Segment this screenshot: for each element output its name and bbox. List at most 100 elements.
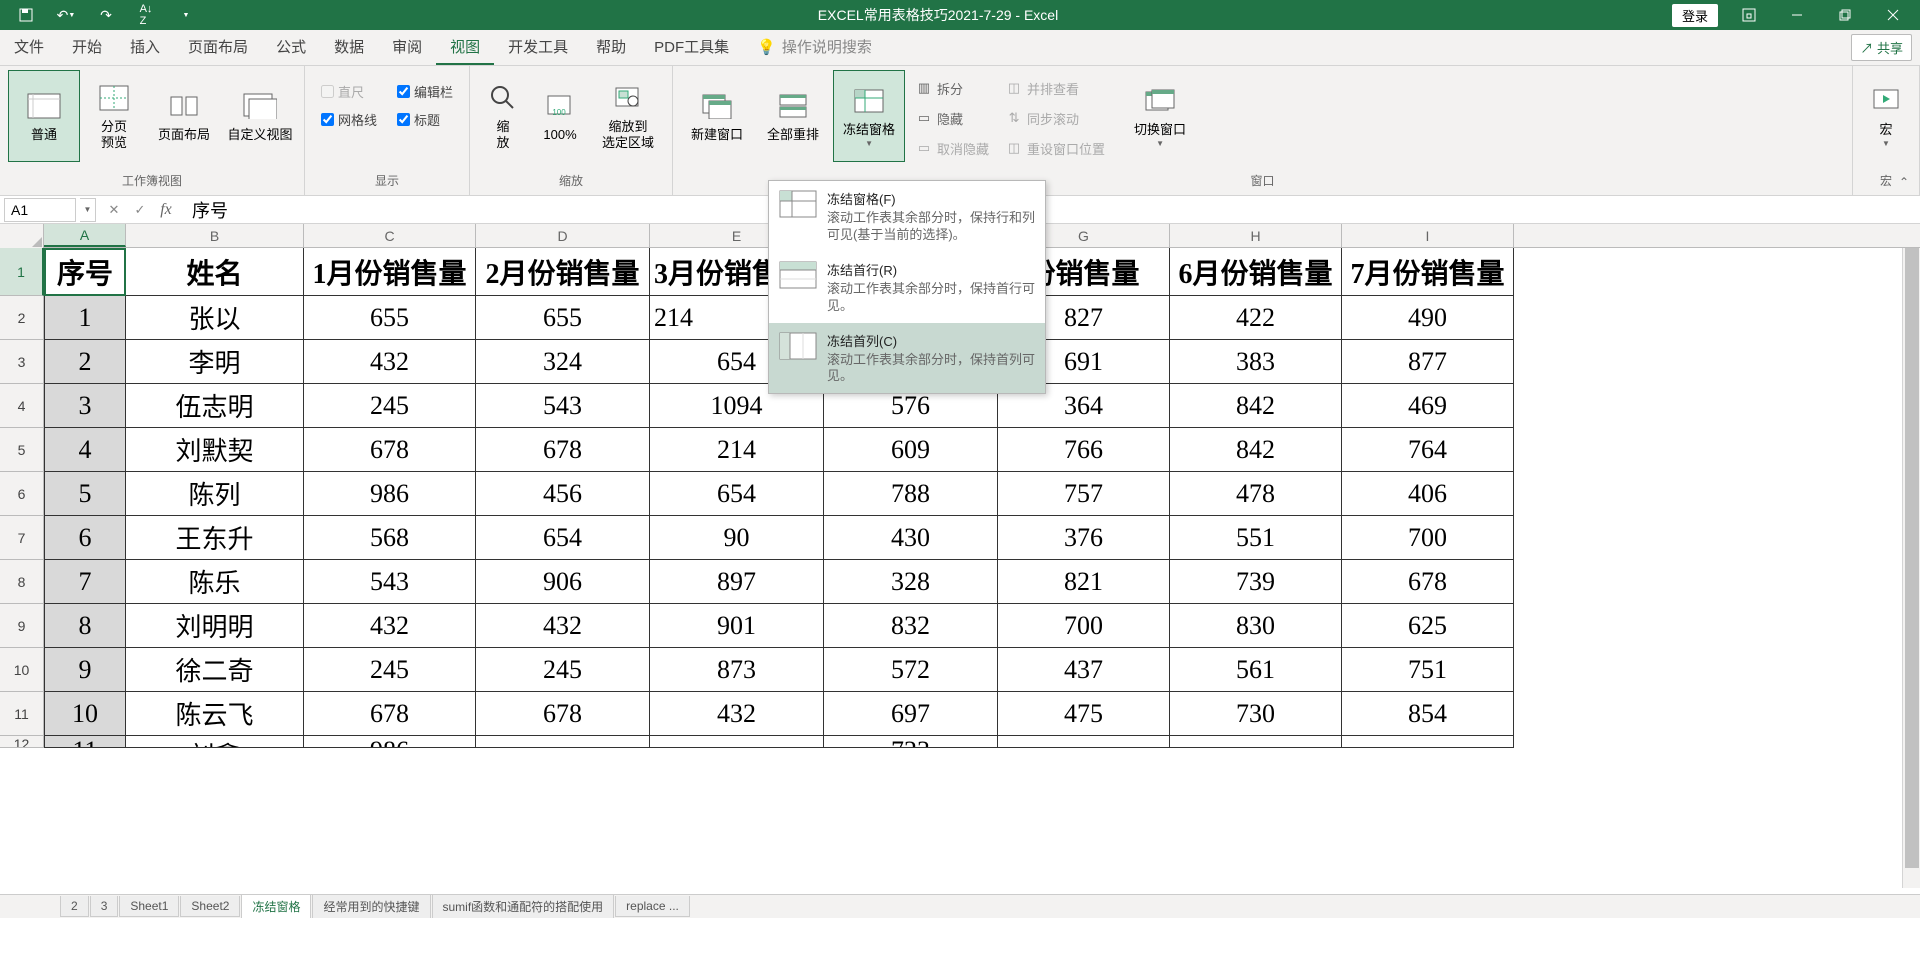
cell[interactable]: 543 (304, 560, 476, 604)
cell[interactable]: 700 (1342, 516, 1514, 560)
cell[interactable]: 李明 (126, 340, 304, 384)
cell[interactable]: 877 (1342, 340, 1514, 384)
cell[interactable]: 437 (998, 648, 1170, 692)
cell[interactable]: 2月份销售量 (476, 248, 650, 296)
cell[interactable]: 4 (44, 428, 126, 472)
save-icon[interactable] (8, 1, 44, 29)
col-header-h[interactable]: H (1170, 224, 1342, 247)
cell[interactable]: 490 (1342, 296, 1514, 340)
cell[interactable]: 568 (304, 516, 476, 560)
zoom-100-button[interactable]: 100100% (532, 70, 588, 162)
cell[interactable]: 406 (1342, 472, 1514, 516)
cell[interactable]: 730 (1170, 692, 1342, 736)
cell[interactable]: 986 (304, 736, 476, 748)
cell[interactable]: 422 (1170, 296, 1342, 340)
cell[interactable]: 678 (1342, 560, 1514, 604)
cell[interactable]: 6 (44, 516, 126, 560)
cell[interactable]: 245 (476, 648, 650, 692)
row-header[interactable]: 11 (0, 692, 44, 736)
sheet-tab[interactable]: 3 (90, 896, 119, 917)
cell[interactable]: 751 (1342, 648, 1514, 692)
cell[interactable]: 383 (1170, 340, 1342, 384)
cell[interactable]: 561 (1170, 648, 1342, 692)
cell[interactable]: 456 (476, 472, 650, 516)
undo-icon[interactable]: ↶▼ (48, 1, 84, 29)
cell[interactable]: 842 (1170, 384, 1342, 428)
cell[interactable]: 刘鑫 (126, 736, 304, 748)
freeze-panes-item[interactable]: 冻结窗格(F)滚动工作表其余部分时，保持行和列可见(基于当前的选择)。 (769, 181, 1045, 252)
row-header[interactable]: 5 (0, 428, 44, 472)
cell[interactable]: 854 (1342, 692, 1514, 736)
col-header-a[interactable]: A (44, 224, 126, 247)
formula-bar-checkbox[interactable]: 编辑栏 (393, 80, 457, 102)
cell[interactable]: 328 (824, 560, 998, 604)
custom-view-button[interactable]: 自定义视图 (224, 70, 296, 162)
cell[interactable]: 11 (44, 736, 126, 748)
cell[interactable]: 986 (304, 472, 476, 516)
tab-insert[interactable]: 插入 (116, 30, 174, 65)
cell[interactable] (1342, 736, 1514, 748)
select-all-corner[interactable] (0, 224, 44, 248)
cell[interactable]: 678 (476, 692, 650, 736)
cell[interactable]: 5 (44, 472, 126, 516)
normal-view-button[interactable]: 普通 (8, 70, 80, 162)
tab-review[interactable]: 审阅 (378, 30, 436, 65)
cell[interactable]: 543 (476, 384, 650, 428)
cell[interactable]: 王东升 (126, 516, 304, 560)
cell[interactable]: 432 (304, 604, 476, 648)
cell[interactable]: 432 (650, 692, 824, 736)
cell[interactable]: 842 (1170, 428, 1342, 472)
cell[interactable]: 655 (304, 296, 476, 340)
cell[interactable]: 陈乐 (126, 560, 304, 604)
scrollbar-thumb[interactable] (1905, 248, 1919, 868)
col-header-b[interactable]: B (126, 224, 304, 247)
cell[interactable]: 764 (1342, 428, 1514, 472)
cell[interactable]: 430 (824, 516, 998, 560)
cell[interactable]: 刘默契 (126, 428, 304, 472)
cell[interactable]: 475 (998, 692, 1170, 736)
cell[interactable]: 678 (304, 428, 476, 472)
cell[interactable]: 655 (476, 296, 650, 340)
ribbon-display-icon[interactable] (1726, 0, 1772, 30)
cell[interactable]: 刘明明 (126, 604, 304, 648)
switch-windows-button[interactable]: 切换窗口▼ (1124, 70, 1196, 162)
freeze-panes-button[interactable]: 冻结窗格▼ (833, 70, 905, 162)
cell[interactable]: 766 (998, 428, 1170, 472)
cell[interactable]: 214 (650, 428, 824, 472)
redo-icon[interactable]: ↷ (88, 1, 124, 29)
row-header[interactable]: 12 (0, 736, 44, 748)
row-header[interactable]: 7 (0, 516, 44, 560)
sheet-tab[interactable]: 冻结窗格 (241, 895, 311, 919)
split-button[interactable]: ▥拆分 (911, 76, 993, 100)
arrange-all-button[interactable]: 全部重排 (757, 70, 829, 162)
cell[interactable]: 906 (476, 560, 650, 604)
cell[interactable]: 7 (44, 560, 126, 604)
row-header-1[interactable]: 1 (0, 248, 44, 296)
close-icon[interactable] (1870, 0, 1916, 30)
row-header[interactable]: 9 (0, 604, 44, 648)
cell[interactable]: 478 (1170, 472, 1342, 516)
row-header[interactable]: 3 (0, 340, 44, 384)
zoom-button[interactable]: 缩 放 (478, 70, 528, 162)
cell[interactable]: 830 (1170, 604, 1342, 648)
cell[interactable]: 90 (650, 516, 824, 560)
name-box-dropdown[interactable]: ▼ (80, 198, 96, 222)
sheet-tab[interactable]: 2 (60, 896, 89, 917)
collapse-ribbon-icon[interactable]: ⌃ (1894, 175, 1914, 189)
hide-button[interactable]: ▭隐藏 (911, 106, 993, 130)
cancel-formula-icon[interactable]: ✕ (102, 199, 126, 221)
sheet-tab[interactable]: Sheet2 (180, 896, 240, 917)
cell[interactable]: 572 (824, 648, 998, 692)
tell-me-search[interactable]: 💡操作说明搜索 (743, 30, 886, 65)
tab-help[interactable]: 帮助 (582, 30, 640, 65)
page-break-button[interactable]: 分页 预览 (84, 70, 144, 162)
cell[interactable] (476, 736, 650, 748)
cell[interactable]: 821 (998, 560, 1170, 604)
cell[interactable]: 901 (650, 604, 824, 648)
tab-home[interactable]: 开始 (58, 30, 116, 65)
cell[interactable]: 376 (998, 516, 1170, 560)
cell[interactable]: 245 (304, 648, 476, 692)
new-window-button[interactable]: 新建窗口 (681, 70, 753, 162)
cell[interactable]: 2 (44, 340, 126, 384)
cell[interactable]: 8 (44, 604, 126, 648)
